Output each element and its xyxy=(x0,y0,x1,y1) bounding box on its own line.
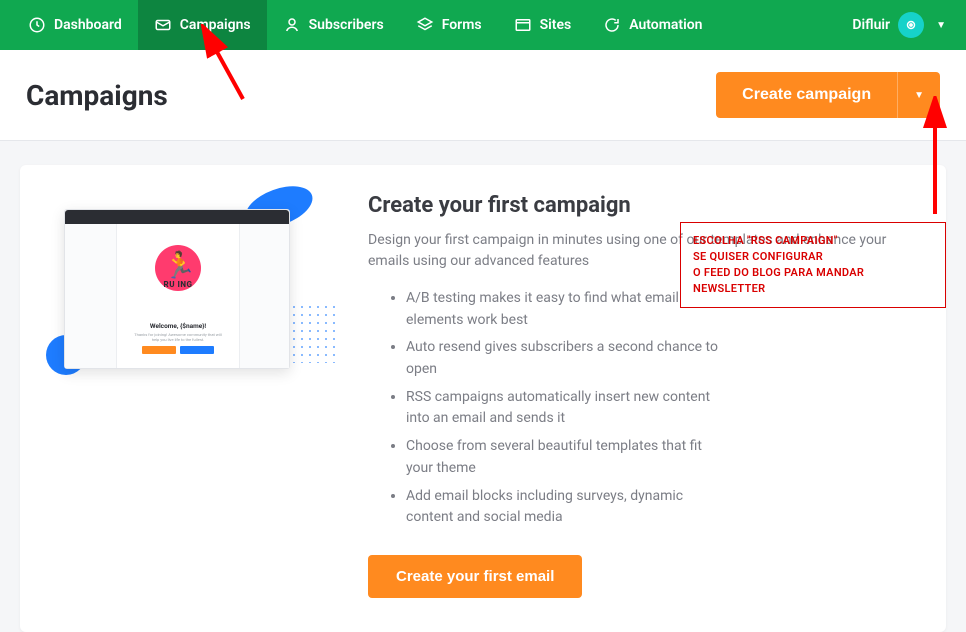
layers-icon xyxy=(416,16,434,34)
caret-down-icon: ▼ xyxy=(936,20,946,31)
card-title: Create your first campaign xyxy=(368,193,912,218)
page-header: Campaigns Create campaign ▼ xyxy=(0,50,966,141)
caret-down-icon: ▼ xyxy=(914,90,924,101)
refresh-icon xyxy=(603,16,621,34)
brand-logo-icon xyxy=(898,12,924,38)
feature-item: Choose from several beautiful templates … xyxy=(406,436,912,479)
nav-subscribers[interactable]: Subscribers xyxy=(267,0,400,50)
feature-item: Auto resend gives subscribers a second c… xyxy=(406,337,912,380)
create-first-email-button[interactable]: Create your first email xyxy=(368,555,582,598)
nav-dashboard-label: Dashboard xyxy=(54,17,122,33)
annotation-line: SE QUISER CONFIGURAR xyxy=(693,249,933,265)
feature-list: A/B testing makes it easy to find what e… xyxy=(368,288,912,529)
card-illustration: 🏃 RU ING Welcome, {$name}! Thanks for jo… xyxy=(54,193,334,598)
envelope-icon xyxy=(154,16,172,34)
nav-forms-label: Forms xyxy=(442,17,482,33)
feature-item: Add email blocks including surveys, dyna… xyxy=(406,486,912,529)
nav-campaigns[interactable]: Campaigns xyxy=(138,0,267,50)
annotation-callout: ESCOLHA "RSS CAMPAIGN" SE QUISER CONFIGU… xyxy=(680,222,946,308)
mock-welcome-text: Welcome, {$name}! xyxy=(121,322,235,330)
nav-dashboard[interactable]: Dashboard xyxy=(12,0,138,50)
window-icon xyxy=(514,16,532,34)
annotation-line: NEWSLETTER xyxy=(693,281,933,297)
annotation-line: ESCOLHA "RSS CAMPAIGN" xyxy=(693,233,933,249)
nav-automation-label: Automation xyxy=(629,17,702,33)
nav-campaigns-label: Campaigns xyxy=(180,17,251,33)
clock-icon xyxy=(28,16,46,34)
annotation-line: O FEED DO BLOG PARA MANDAR xyxy=(693,265,933,281)
top-nav: Dashboard Campaigns Subscribers Forms Si… xyxy=(0,0,966,50)
feature-item: RSS campaigns automatically insert new c… xyxy=(406,387,912,430)
nav-automation[interactable]: Automation xyxy=(587,0,718,50)
nav-sites-label: Sites xyxy=(540,17,572,33)
create-campaign-dropdown[interactable]: ▼ xyxy=(897,72,940,118)
page-title: Campaigns xyxy=(26,79,168,112)
brand-name: Difluir xyxy=(852,17,890,33)
nav-forms[interactable]: Forms xyxy=(400,0,498,50)
person-icon xyxy=(283,16,301,34)
create-campaign-group: Create campaign ▼ xyxy=(716,72,940,118)
create-campaign-button[interactable]: Create campaign xyxy=(716,72,897,118)
nav-sites[interactable]: Sites xyxy=(498,0,588,50)
nav-subscribers-label: Subscribers xyxy=(309,17,384,33)
mock-running-text: RU ING xyxy=(164,280,193,289)
brand-menu[interactable]: Difluir ▼ xyxy=(844,12,954,38)
